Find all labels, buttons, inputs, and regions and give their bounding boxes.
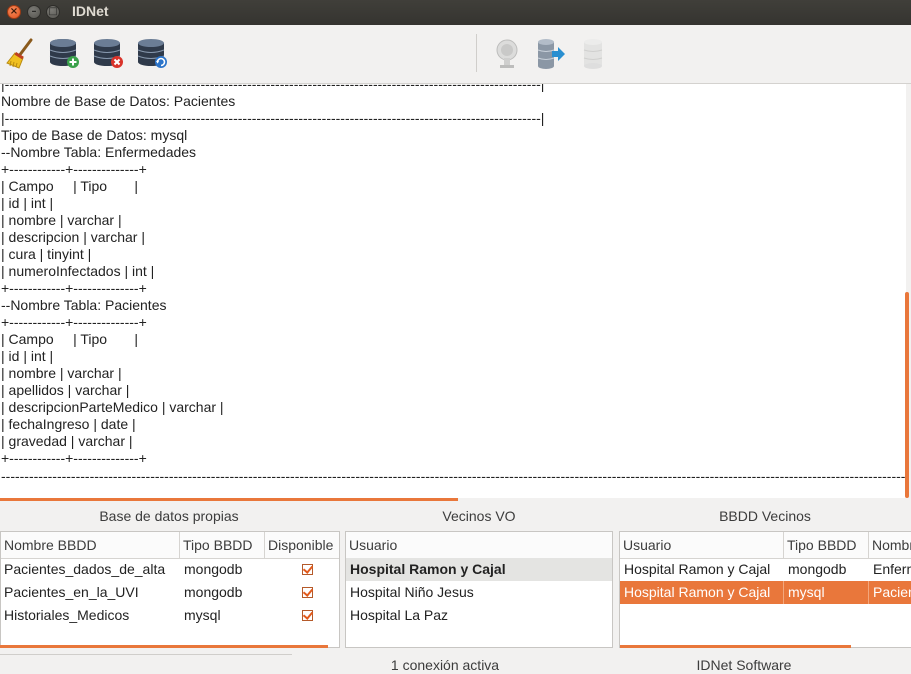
brand-label: IDNet Software — [696, 657, 792, 673]
available-checkbox[interactable] — [302, 587, 313, 598]
table-header: Usuario Tipo BBDD Nombre — [620, 532, 911, 559]
clean-button[interactable] — [5, 36, 39, 70]
database-export-icon — [537, 39, 565, 69]
console-line: +------------+--------------+ — [1, 450, 147, 466]
toolbar-separator — [476, 34, 477, 72]
console-line: Nombre de Base de Datos: Pacientes — [1, 93, 236, 109]
console-line: | Campo | Tipo | — [1, 178, 138, 194]
table-cell-type[interactable]: mongodb — [181, 558, 265, 581]
neighbor-item[interactable]: Hospital Ramon y Cajal — [347, 558, 607, 581]
table-cell-name[interactable]: Enfermedades — [870, 558, 911, 581]
own-databases-scrollbar[interactable] — [0, 645, 328, 648]
console-line: | fechaIngreso | date | — [1, 416, 136, 432]
console-line: | gravedad | varchar | — [1, 433, 133, 449]
broom-icon — [6, 38, 33, 69]
remove-database-button[interactable] — [92, 36, 126, 70]
column-header-type[interactable]: Tipo BBDD — [180, 532, 265, 558]
neighbor-item[interactable]: Hospital Niño Jesus — [347, 581, 607, 604]
console-line: | id | int | — [1, 348, 54, 364]
console-line: --Nombre Tabla: Pacientes — [1, 297, 167, 313]
console-line: | nombre | varchar | — [1, 212, 122, 228]
console-line: |---------------------------------------… — [1, 84, 545, 92]
table-cell-type[interactable]: mongodb — [785, 558, 869, 581]
console-line: Tipo de Base de Datos: mysql — [1, 127, 188, 143]
column-header-name[interactable]: Nombre BBDD — [1, 532, 180, 558]
disconnect-database-button[interactable] — [578, 36, 612, 70]
console-line: | apellidos | varchar | — [1, 382, 130, 398]
console-line: | descripcionParteMedico | varchar | — [1, 399, 224, 415]
console-horizontal-scrollbar[interactable] — [0, 498, 458, 501]
title-bar: × – □ IDNet — [0, 0, 911, 25]
table-cell-user[interactable]: Hospital Ramon y Cajal — [621, 581, 784, 604]
database-add-icon — [49, 39, 79, 68]
export-database-button[interactable] — [534, 36, 568, 70]
column-header-user[interactable]: Usuario — [620, 532, 784, 558]
console-line: +------------+--------------+ — [1, 314, 147, 330]
console-line: | cura | tinyint | — [1, 246, 92, 262]
console-line: --Nombre Tabla: Enfermedades — [1, 144, 197, 160]
output-console[interactable]: |---------------------------------------… — [0, 84, 906, 498]
connect-button[interactable] — [490, 36, 524, 70]
console-line: | descripcion | varchar | — [1, 229, 145, 245]
neighbor-item[interactable]: Hospital La Paz — [347, 604, 607, 627]
neighbors-title: Vecinos VO — [442, 508, 516, 524]
database-disabled-icon — [583, 39, 603, 69]
available-checkbox[interactable] — [302, 564, 313, 575]
table-header: Nombre BBDD Tipo BBDD Disponible — [1, 532, 339, 559]
column-header-type[interactable]: Tipo BBDD — [784, 532, 869, 558]
neighbor-databases-table[interactable]: Usuario Tipo BBDD Nombre Hospital Ramon … — [619, 531, 911, 648]
column-header-name[interactable]: Nombre — [869, 532, 911, 558]
table-cell-type[interactable]: mysql — [785, 581, 869, 604]
minimize-window-button[interactable]: – — [27, 5, 41, 19]
column-header-user[interactable]: Usuario — [346, 532, 612, 558]
table-cell-name[interactable]: Pacientes_en_la_UVI — [1, 581, 180, 604]
console-line: | id | int | — [1, 195, 54, 211]
console-line: | Campo | Tipo | — [1, 331, 138, 347]
close-window-button[interactable]: × — [7, 5, 21, 19]
neighbors-list[interactable]: Usuario Hospital Ramon y Cajal Hospital … — [345, 531, 613, 648]
window-title: IDNet — [72, 3, 109, 19]
database-refresh-icon — [137, 39, 167, 68]
table-cell-name[interactable]: Pacientes — [870, 581, 911, 604]
neighbor-databases-title: BBDD Vecinos — [719, 508, 811, 524]
add-database-button[interactable] — [48, 36, 82, 70]
maximize-window-button[interactable]: □ — [46, 5, 60, 19]
neighbor-databases-scrollbar[interactable] — [620, 645, 851, 648]
own-databases-table[interactable]: Nombre BBDD Tipo BBDD Disponible Pacient… — [0, 531, 340, 648]
table-cell-name[interactable]: Historiales_Medicos — [1, 604, 180, 627]
console-line: +------------+--------------+ — [1, 161, 147, 177]
network-connect-icon — [496, 39, 518, 68]
minimize-icon: – — [31, 6, 37, 17]
status-divider — [0, 654, 292, 655]
table-cell-name[interactable]: Pacientes_dados_de_alta — [1, 558, 180, 581]
column-header-available[interactable]: Disponible — [265, 532, 339, 558]
close-icon: × — [9, 6, 19, 17]
console-vertical-scrollbar[interactable] — [905, 292, 909, 498]
connection-status: 1 conexión activa — [390, 657, 500, 673]
console-line: ----------------------------------------… — [1, 468, 906, 484]
maximize-icon: □ — [48, 6, 58, 17]
refresh-database-button[interactable] — [136, 36, 170, 70]
console-line: | nombre | varchar | — [1, 365, 122, 381]
table-cell-type[interactable]: mysql — [181, 604, 265, 627]
own-databases-title: Base de datos propias — [99, 508, 239, 524]
table-cell-user[interactable]: Hospital Ramon y Cajal — [621, 558, 784, 581]
table-header: Usuario — [346, 532, 612, 559]
toolbar — [0, 25, 911, 84]
console-line: |---------------------------------------… — [1, 110, 545, 126]
available-checkbox[interactable] — [302, 610, 313, 621]
console-line: | numeroInfectados | int | — [1, 263, 155, 279]
database-remove-icon — [93, 39, 123, 68]
console-line: +------------+--------------+ — [1, 280, 147, 296]
table-cell-type[interactable]: mongodb — [181, 581, 265, 604]
